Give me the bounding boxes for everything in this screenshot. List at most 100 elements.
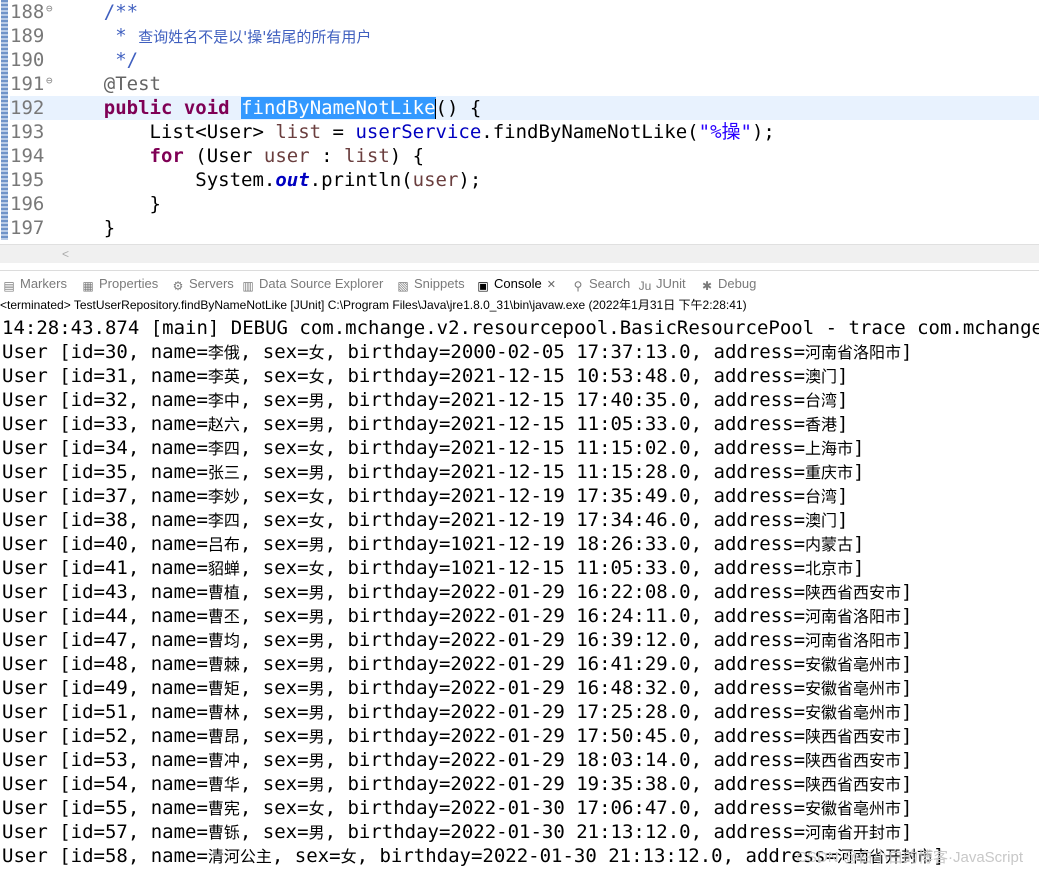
code-line[interactable]: 189 * 查询姓名不是以'操'结尾的所有用户 [10,24,1039,48]
console-text: , birthday=2022-01-29 17:50:45.0, addres… [324,725,806,747]
console-text: ] [901,581,913,603]
console-text: , birthday=2000-02-05 17:37:13.0, addres… [324,341,806,363]
editor-horizontal-scrollbar[interactable]: < [0,244,1039,263]
console-text: , sex= [239,701,309,723]
console-text: 曹丕 [207,607,240,626]
console-text: User [id=40, name= [2,533,208,555]
tab-label: JUnit [656,276,686,291]
console-text: User [id=53, name= [2,749,208,771]
tab-data-source-explorer[interactable]: ▥ Data Source Explorer [241,274,383,294]
console-text: ] [901,677,913,699]
line-number: 188 [10,1,45,23]
console-text: User [id=35, name= [2,461,208,483]
code-text: System.out.println(user); [58,168,481,192]
console-text: 曹华 [207,775,240,794]
console-text: 台湾 [805,487,838,506]
code-text: public void findByNameNotLike() { [58,96,481,120]
code-token: @Test [58,73,161,95]
console-user-line: User [id=48, name=曹棘, sex=男, birthday=20… [2,652,912,676]
console-text: , sex= [239,461,309,483]
console-output[interactable]: 14:28:43.874 [main] DEBUG com.mchange.v2… [0,316,1039,872]
console-text: , sex= [239,653,309,675]
console-text: , birthday=2021-12-19 17:35:49.0, addres… [324,485,806,507]
console-text: 李俄 [207,343,240,362]
console-text: User [id=55, name= [2,797,208,819]
fold-toggle-icon[interactable]: ⊖ [46,0,58,18]
console-text: User [id=34, name= [2,437,208,459]
code-line[interactable]: 193 List<User> list = userService.findBy… [10,120,1039,144]
console-text: , sex= [239,485,309,507]
code-text: @Test [58,72,161,96]
tab-debug[interactable]: ✱ Debug [700,274,756,294]
code-text: } [58,216,115,240]
tab-label: Data Source Explorer [259,276,384,291]
console-text: , sex= [239,389,309,411]
console-user-line: User [id=47, name=曹均, sex=男, birthday=20… [2,628,912,652]
console-user-line: User [id=37, name=李妙, sex=女, birthday=20… [2,484,848,508]
console-text: , sex= [239,605,309,627]
console-text: 男 [308,607,325,626]
console-text: , sex= [239,533,309,555]
code-editor[interactable]: 188 ⊖ /** 189 * 查询姓名不是以'操'结尾的所有用户 190 */191… [0,0,1039,244]
tab-junit[interactable]: Ju JUnit [638,274,686,294]
console-text: , sex= [239,413,309,435]
console-user-line: User [id=38, name=李四, sex=女, birthday=20… [2,508,848,532]
code-text: } [58,192,161,216]
console-text: 男 [308,655,325,674]
console-text: 曹昂 [207,727,240,746]
tab-search[interactable]: ⚲ Search [571,274,631,294]
console-text: , sex= [271,845,341,867]
code-line[interactable]: 191 ⊖ @Test [10,72,1039,96]
code-line[interactable]: 196 } [10,192,1039,216]
line-number: 196 [10,193,45,215]
console-text: 陕西省西安市 [805,727,902,746]
console-text: , birthday=2021-12-15 10:53:48.0, addres… [324,365,806,387]
console-text: User [id=54, name= [2,773,208,795]
console-text: , birthday=2021-12-15 11:05:33.0, addres… [324,413,806,435]
tab-snippets[interactable]: ▧ Snippets [396,274,464,294]
line-number: 195 [10,169,45,191]
console-text: 男 [308,391,325,410]
code-line[interactable]: 190 */ [10,48,1039,72]
code-token: } [58,193,161,215]
code-token: userService [355,121,482,143]
tab-properties[interactable]: ▦ Properties [81,274,158,294]
code-text: * 查询姓名不是以'操'结尾的所有用户 [58,24,371,49]
code-line[interactable]: 188 ⊖ /** [10,0,1039,24]
scroll-left-arrow-icon[interactable]: < [62,245,69,263]
code-token: void [183,97,230,119]
tab-console[interactable]: ▣ Console ✕ [476,274,556,294]
tab-markers[interactable]: ▤ Markers [2,274,67,294]
console-user-line: User [id=51, name=曹林, sex=男, birthday=20… [2,700,912,724]
code-line[interactable]: 195 System.out.println(user); [10,168,1039,192]
console-text: 李妙 [207,487,240,506]
line-number: 194 [10,145,45,167]
console-text: , birthday=2022-01-29 16:39:12.0, addres… [324,629,806,651]
console-user-line: User [id=32, name=李中, sex=男, birthday=20… [2,388,848,412]
tab-label: Debug [718,276,757,291]
code-line[interactable]: 192 public void findByNameNotLike() { [10,96,1039,120]
console-text: 香港 [805,415,838,434]
console-text: User [id=58, name= [2,845,208,867]
code-line[interactable]: 194 for (User user : list) { [10,144,1039,168]
console-text: , sex= [239,725,309,747]
console-text: , sex= [239,437,309,459]
console-text: 男 [308,751,325,770]
code-token: ) { [389,145,425,167]
console-text: 男 [308,823,325,842]
tab-servers[interactable]: ⚙ Servers [171,274,234,294]
console-text: 李英 [207,367,240,386]
console-text: 吕布 [207,535,240,554]
console-user-line: User [id=40, name=吕布, sex=男, birthday=10… [2,532,864,556]
watermark: CSDN @白小白的博客·JavaScript [796,849,1023,866]
code-line[interactable]: 197 } [10,216,1039,240]
console-user-line: User [id=52, name=曹昂, sex=男, birthday=20… [2,724,912,748]
console-text: 女 [308,559,325,578]
fold-toggle-icon[interactable]: ⊖ [46,72,58,90]
console-text: 男 [308,631,325,650]
close-icon[interactable]: ✕ [547,279,556,291]
code-token: out [275,169,310,191]
console-text: ] [837,485,849,507]
console-text: ] [853,437,865,459]
console-text: , birthday=2021-12-19 17:34:46.0, addres… [324,509,806,531]
